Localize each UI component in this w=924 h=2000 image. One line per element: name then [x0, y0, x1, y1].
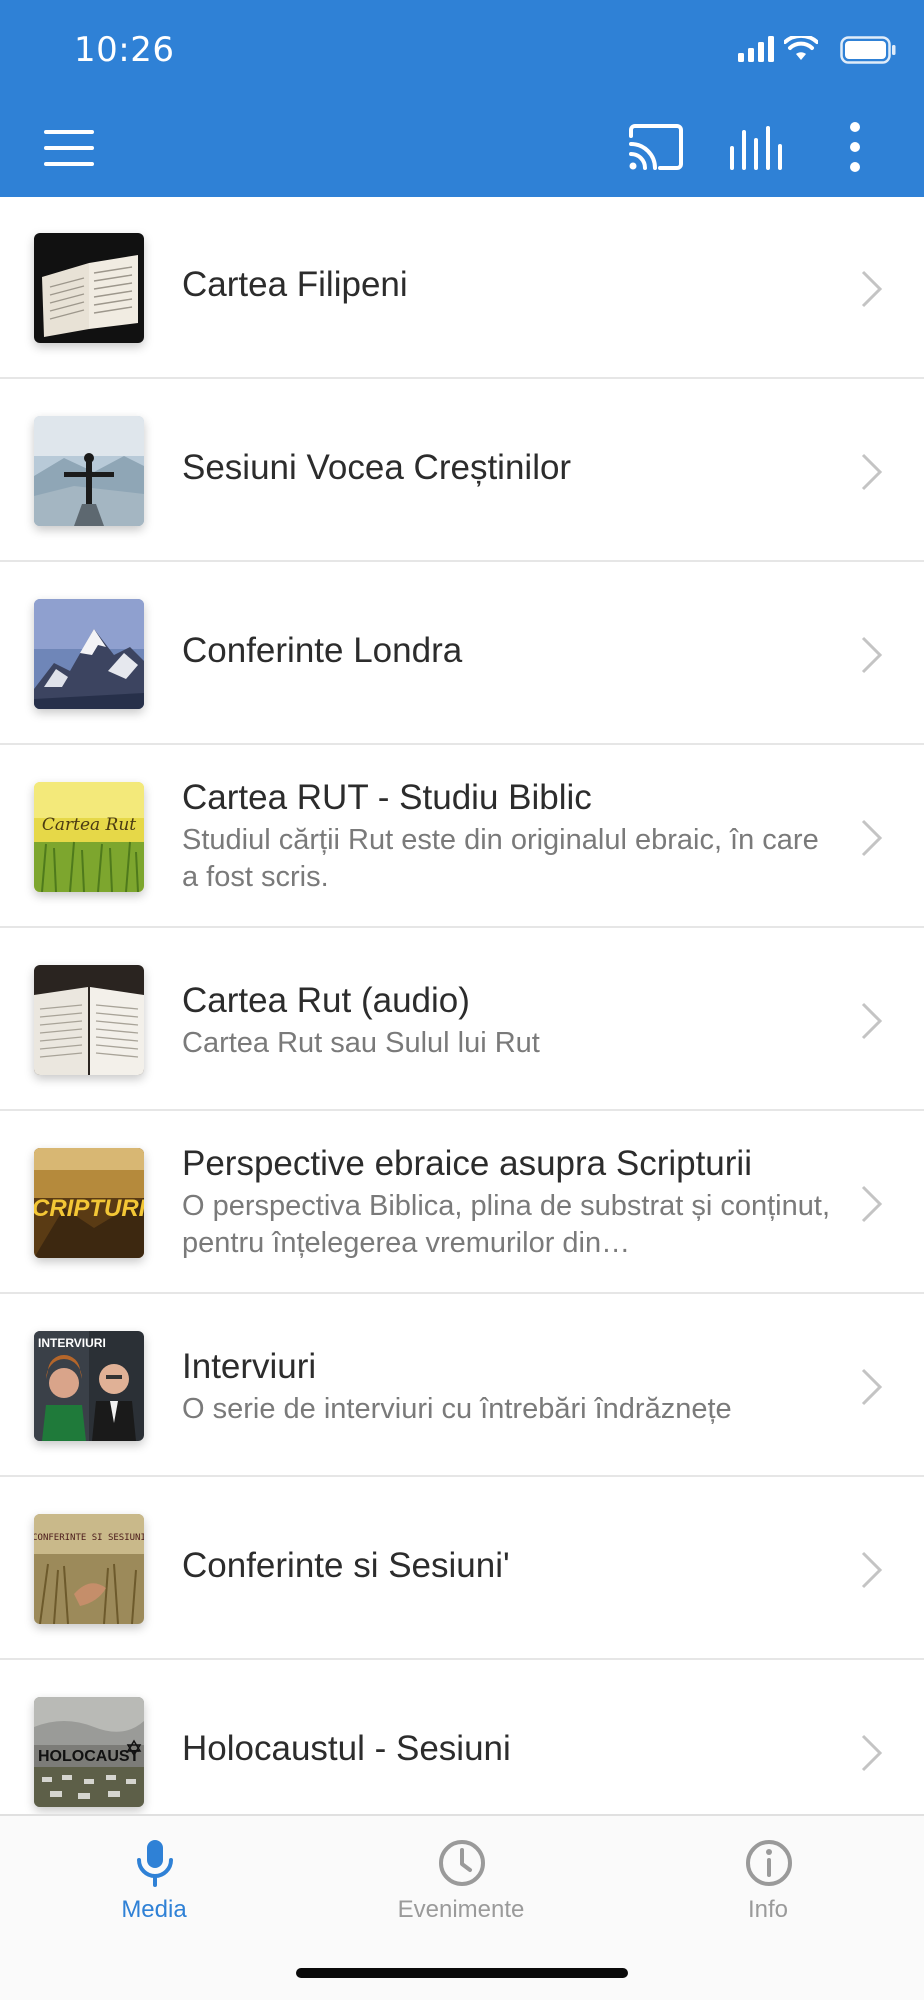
- item-title: Cartea Rut (audio): [182, 981, 470, 1020]
- tab-label: Evenimente: [397, 1896, 525, 1923]
- item-subtitle: Cartea Rut sau Sulul lui Rut: [182, 1027, 540, 1059]
- wifi-icon: [784, 36, 818, 60]
- wheat-hand-image: CONFERINTE SI SESIUNI: [34, 1514, 144, 1624]
- interviuri-portraits-image: INTERVIURI: [34, 1331, 144, 1441]
- menu-icon[interactable]: [44, 128, 96, 168]
- holocaust-memorial-image: HOLOCAUST: [34, 1697, 144, 1807]
- wheat-field-cartea-rut-image: Cartea Rut: [34, 782, 144, 892]
- scripturii-image: SCRIPTURII: [34, 1148, 144, 1258]
- list-item[interactable]: Cartea Rut Cartea RUT - Studiu Biblic St…: [0, 746, 924, 928]
- list-item[interactable]: CONFERINTE SI SESIUNI Conferinte si Sesi…: [0, 1478, 924, 1660]
- item-subtitle: Studiul cărții Rut este din originalul e…: [182, 824, 819, 893]
- signal-icon: [738, 36, 774, 62]
- equalizer-icon[interactable]: [726, 124, 786, 172]
- clock-icon: [439, 1840, 485, 1886]
- chevron-right-icon: [861, 453, 883, 491]
- item-title: Interviuri: [182, 1347, 317, 1386]
- tab-label: Info: [747, 1896, 789, 1923]
- man-on-mountain-image: [34, 416, 144, 526]
- thumb-caption: CONFERINTE SI SESIUNI: [34, 1533, 144, 1543]
- list-item[interactable]: Sesiuni Vocea Creștinilor: [0, 380, 924, 562]
- chevron-right-icon: [861, 270, 883, 308]
- thumb-caption: SCRIPTURII: [34, 1195, 144, 1222]
- thumb-caption: Cartea Rut: [42, 815, 136, 835]
- tab-label: Media: [121, 1896, 187, 1923]
- cast-icon[interactable]: [628, 124, 684, 170]
- list-item[interactable]: INTERVIURI Interviuri O serie de intervi…: [0, 1295, 924, 1477]
- chevron-right-icon: [861, 1368, 883, 1406]
- snowy-mountains-image: [34, 599, 144, 709]
- info-icon: [746, 1840, 792, 1886]
- item-title: Conferinte si Sesiuni': [182, 1546, 510, 1585]
- list-item[interactable]: SCRIPTURII Perspective ebraice asupra Sc…: [0, 1112, 924, 1294]
- open-bible-image: [34, 233, 144, 343]
- chevron-right-icon: [861, 636, 883, 674]
- list-item[interactable]: Cartea Filipeni: [0, 197, 924, 379]
- home-indicator: [296, 1968, 628, 1978]
- chevron-right-icon: [861, 1734, 883, 1772]
- item-title: Cartea RUT - Studiu Biblic: [182, 778, 592, 817]
- chevron-right-icon: [861, 1002, 883, 1040]
- open-book-image: [34, 965, 144, 1075]
- item-subtitle: O serie de interviuri cu întrebări îndră…: [182, 1393, 732, 1425]
- app-header: 10:26: [0, 0, 924, 197]
- status-time: 10:26: [74, 30, 175, 70]
- list-item[interactable]: Cartea Rut (audio) Cartea Rut sau Sulul …: [0, 929, 924, 1111]
- list-item[interactable]: HOLOCAUST Holocaustul - Sesiuni: [0, 1661, 924, 1814]
- chevron-right-icon: [861, 1551, 883, 1589]
- media-list: Cartea Filipeni Sesiuni Vocea Creștinilo…: [0, 197, 924, 1814]
- tab-info[interactable]: Info: [668, 1816, 868, 1956]
- more-vertical-icon[interactable]: [840, 120, 870, 174]
- microphone-icon: [137, 1840, 173, 1887]
- item-title: Cartea Filipeni: [182, 265, 408, 304]
- item-title: Conferinte Londra: [182, 631, 463, 670]
- tab-evenimente[interactable]: Evenimente: [361, 1816, 561, 1956]
- item-title: Perspective ebraice asupra Scripturii: [182, 1144, 752, 1183]
- chevron-right-icon: [861, 819, 883, 857]
- item-title: Sesiuni Vocea Creștinilor: [182, 448, 572, 487]
- chevron-right-icon: [861, 1185, 883, 1223]
- list-item[interactable]: Conferinte Londra: [0, 563, 924, 745]
- tab-media[interactable]: Media: [54, 1816, 254, 1956]
- item-subtitle: O perspectiva Biblica, plina de substrat…: [182, 1190, 830, 1259]
- battery-icon: [840, 36, 896, 64]
- thumb-caption: INTERVIURI: [38, 1336, 106, 1350]
- item-title: Holocaustul - Sesiuni: [182, 1729, 511, 1768]
- thumb-caption: HOLOCAUST: [38, 1748, 140, 1765]
